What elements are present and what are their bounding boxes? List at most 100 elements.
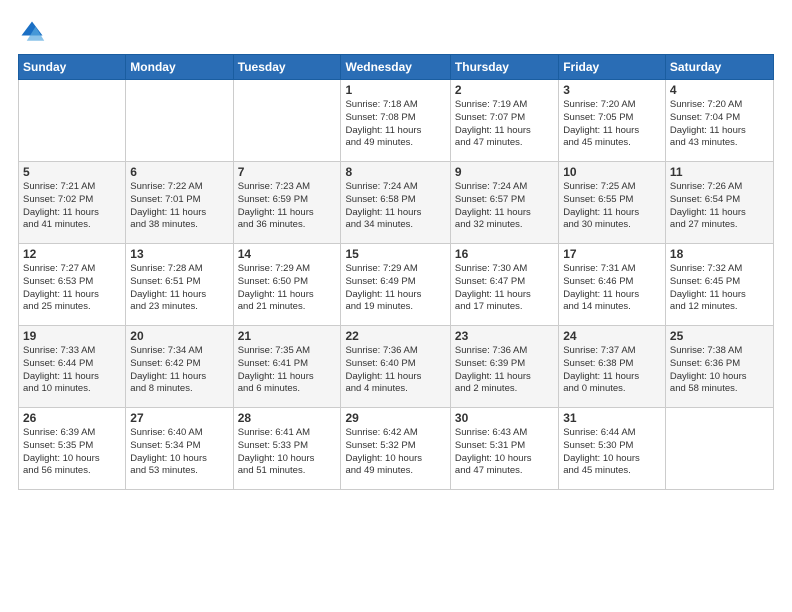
day-number: 1 [345, 83, 445, 97]
day-number: 2 [455, 83, 554, 97]
calendar-cell: 14Sunrise: 7:29 AMSunset: 6:50 PMDayligh… [233, 244, 341, 326]
day-info: Sunrise: 7:23 AMSunset: 6:59 PMDaylight:… [238, 181, 337, 232]
calendar-cell: 29 Sunrise: 6:42 AMSunset: 5:32 PMDayligh… [341, 408, 450, 490]
day-info: Sunrise: 7:18 AMSunset: 7:08 PMDaylight:… [345, 99, 445, 150]
calendar-cell: 12 Sunrise: 7:27 AMSunset: 6:53 PMDayligh… [19, 244, 126, 326]
day-number: 15 [345, 247, 445, 261]
day-info: Sunrise: 7:36 AMSunset: 6:40 PMDaylight:… [345, 345, 445, 396]
weekday-header-monday: Monday [126, 55, 233, 80]
day-number: 12 [23, 247, 121, 261]
day-number: 31 [563, 411, 661, 425]
day-info: Sunrise: 6:42 AMSunset: 5:32 PMDaylight:… [345, 427, 445, 478]
calendar-week-4: 19 Sunrise: 7:33 AMSunset: 6:44 PMDayligh… [19, 326, 774, 408]
day-number: 7 [238, 165, 337, 179]
day-number: 4 [670, 83, 769, 97]
calendar-cell: 4Sunrise: 7:20 AMSunset: 7:04 PMDaylight… [665, 80, 773, 162]
calendar-cell: 31 Sunrise: 6:44 AMSunset: 5:30 PMDayligh… [559, 408, 666, 490]
day-info: Sunrise: 7:29 AMSunset: 6:49 PMDaylight:… [345, 263, 445, 314]
day-number: 19 [23, 329, 121, 343]
calendar-week-3: 12 Sunrise: 7:27 AMSunset: 6:53 PMDayligh… [19, 244, 774, 326]
day-number: 28 [238, 411, 337, 425]
calendar-cell [233, 80, 341, 162]
weekday-header-saturday: Saturday [665, 55, 773, 80]
day-number: 10 [563, 165, 661, 179]
day-number: 25 [670, 329, 769, 343]
day-info: Sunrise: 7:37 AMSunset: 6:38 PMDaylight:… [563, 345, 661, 396]
day-info: Sunrise: 7:29 AMSunset: 6:50 PMDaylight:… [238, 263, 337, 314]
header [18, 18, 774, 46]
calendar-cell [126, 80, 233, 162]
calendar-cell: 10 Sunrise: 7:25 AMSunset: 6:55 PMDayligh… [559, 162, 666, 244]
day-info: Sunrise: 7:28 AMSunset: 6:51 PMDaylight:… [130, 263, 228, 314]
day-info: Sunrise: 7:38 AMSunset: 6:36 PMDaylight:… [670, 345, 769, 396]
day-number: 17 [563, 247, 661, 261]
day-number: 30 [455, 411, 554, 425]
calendar-cell: 24Sunrise: 7:37 AMSunset: 6:38 PMDayligh… [559, 326, 666, 408]
page: SundayMondayTuesdayWednesdayThursdayFrid… [0, 0, 792, 612]
day-info: Sunrise: 7:25 AMSunset: 6:55 PMDaylight:… [563, 181, 661, 232]
calendar-week-2: 5 Sunrise: 7:21 AMSunset: 7:02 PMDaylight… [19, 162, 774, 244]
day-number: 5 [23, 165, 121, 179]
logo [18, 18, 50, 46]
weekday-header-thursday: Thursday [450, 55, 558, 80]
calendar-cell [665, 408, 773, 490]
calendar-cell: 13 Sunrise: 7:28 AMSunset: 6:51 PMDayligh… [126, 244, 233, 326]
day-info: Sunrise: 7:34 AMSunset: 6:42 PMDaylight:… [130, 345, 228, 396]
day-info: Sunrise: 7:21 AMSunset: 7:02 PMDaylight:… [23, 181, 121, 232]
day-info: Sunrise: 6:43 AMSunset: 5:31 PMDaylight:… [455, 427, 554, 478]
day-info: Sunrise: 7:22 AMSunset: 7:01 PMDaylight:… [130, 181, 228, 232]
calendar-cell: 8 Sunrise: 7:24 AMSunset: 6:58 PMDaylight… [341, 162, 450, 244]
calendar-cell: 16 Sunrise: 7:30 AMSunset: 6:47 PMDayligh… [450, 244, 558, 326]
weekday-header-row: SundayMondayTuesdayWednesdayThursdayFrid… [19, 55, 774, 80]
calendar-table: SundayMondayTuesdayWednesdayThursdayFrid… [18, 54, 774, 490]
day-number: 16 [455, 247, 554, 261]
day-info: Sunrise: 7:33 AMSunset: 6:44 PMDaylight:… [23, 345, 121, 396]
day-info: Sunrise: 7:31 AMSunset: 6:46 PMDaylight:… [563, 263, 661, 314]
day-info: Sunrise: 6:41 AMSunset: 5:33 PMDaylight:… [238, 427, 337, 478]
calendar-cell: 15 Sunrise: 7:29 AMSunset: 6:49 PMDayligh… [341, 244, 450, 326]
weekday-header-wednesday: Wednesday [341, 55, 450, 80]
day-info: Sunrise: 7:30 AMSunset: 6:47 PMDaylight:… [455, 263, 554, 314]
weekday-header-sunday: Sunday [19, 55, 126, 80]
day-number: 22 [345, 329, 445, 343]
day-number: 20 [130, 329, 228, 343]
calendar-week-1: 1 Sunrise: 7:18 AMSunset: 7:08 PMDaylight… [19, 80, 774, 162]
day-number: 29 [345, 411, 445, 425]
calendar-cell: 1 Sunrise: 7:18 AMSunset: 7:08 PMDaylight… [341, 80, 450, 162]
day-info: Sunrise: 7:27 AMSunset: 6:53 PMDaylight:… [23, 263, 121, 314]
day-info: Sunrise: 7:24 AMSunset: 6:58 PMDaylight:… [345, 181, 445, 232]
calendar-cell: 26 Sunrise: 6:39 AMSunset: 5:35 PMDayligh… [19, 408, 126, 490]
calendar-cell: 21 Sunrise: 7:35 AMSunset: 6:41 PMDayligh… [233, 326, 341, 408]
day-number: 3 [563, 83, 661, 97]
day-info: Sunrise: 7:35 AMSunset: 6:41 PMDaylight:… [238, 345, 337, 396]
day-info: Sunrise: 6:44 AMSunset: 5:30 PMDaylight:… [563, 427, 661, 478]
calendar-cell: 28 Sunrise: 6:41 AMSunset: 5:33 PMDayligh… [233, 408, 341, 490]
calendar-cell: 27Sunrise: 6:40 AMSunset: 5:34 PMDayligh… [126, 408, 233, 490]
day-number: 26 [23, 411, 121, 425]
day-number: 6 [130, 165, 228, 179]
day-info: Sunrise: 7:19 AMSunset: 7:07 PMDaylight:… [455, 99, 554, 150]
calendar-cell: 30 Sunrise: 6:43 AMSunset: 5:31 PMDayligh… [450, 408, 558, 490]
day-info: Sunrise: 7:32 AMSunset: 6:45 PMDaylight:… [670, 263, 769, 314]
calendar-cell: 2 Sunrise: 7:19 AMSunset: 7:07 PMDaylight… [450, 80, 558, 162]
logo-icon [18, 18, 46, 46]
calendar-cell: 5 Sunrise: 7:21 AMSunset: 7:02 PMDaylight… [19, 162, 126, 244]
calendar-cell: 25 Sunrise: 7:38 AMSunset: 6:36 PMDayligh… [665, 326, 773, 408]
calendar-cell [19, 80, 126, 162]
day-number: 9 [455, 165, 554, 179]
day-number: 11 [670, 165, 769, 179]
calendar-cell: 23Sunrise: 7:36 AMSunset: 6:39 PMDayligh… [450, 326, 558, 408]
calendar-week-5: 26 Sunrise: 6:39 AMSunset: 5:35 PMDayligh… [19, 408, 774, 490]
day-info: Sunrise: 6:40 AMSunset: 5:34 PMDaylight:… [130, 427, 228, 478]
day-info: Sunrise: 6:39 AMSunset: 5:35 PMDaylight:… [23, 427, 121, 478]
calendar-cell: 18Sunrise: 7:32 AMSunset: 6:45 PMDayligh… [665, 244, 773, 326]
day-info: Sunrise: 7:26 AMSunset: 6:54 PMDaylight:… [670, 181, 769, 232]
day-number: 21 [238, 329, 337, 343]
day-info: Sunrise: 7:24 AMSunset: 6:57 PMDaylight:… [455, 181, 554, 232]
day-number: 13 [130, 247, 228, 261]
calendar-cell: 17 Sunrise: 7:31 AMSunset: 6:46 PMDayligh… [559, 244, 666, 326]
calendar-cell: 3Sunrise: 7:20 AMSunset: 7:05 PMDaylight… [559, 80, 666, 162]
day-number: 8 [345, 165, 445, 179]
calendar-cell: 6 Sunrise: 7:22 AMSunset: 7:01 PMDaylight… [126, 162, 233, 244]
calendar-cell: 7 Sunrise: 7:23 AMSunset: 6:59 PMDaylight… [233, 162, 341, 244]
